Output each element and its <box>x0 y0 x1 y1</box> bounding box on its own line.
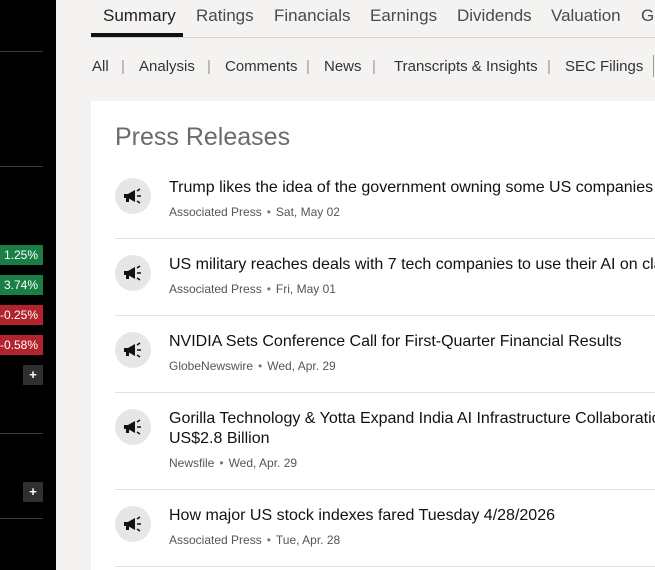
megaphone-icon <box>115 255 151 291</box>
press-release-meta: Newsfile • Wed, Apr. 29 <box>169 456 297 470</box>
press-release-item[interactable]: NVIDIA Sets Conference Call for First-Qu… <box>115 316 655 393</box>
press-release-title[interactable]: How major US stock indexes fared Tuesday… <box>169 506 555 526</box>
sidebar-divider <box>0 51 43 52</box>
active-tab-indicator <box>91 33 183 37</box>
nav-divider <box>653 55 654 77</box>
press-release-title[interactable]: NVIDIA Sets Conference Call for First-Qu… <box>169 332 622 352</box>
press-release-source: Associated Press <box>169 282 262 296</box>
press-release-date: Wed, Apr. 29 <box>267 359 336 373</box>
press-release-item[interactable]: Gorilla Technology & Yotta Expand India … <box>115 393 655 490</box>
megaphone-icon <box>115 332 151 368</box>
nav-separator: | <box>372 58 376 75</box>
meta-dot: • <box>266 205 271 219</box>
add-button[interactable]: + <box>23 482 43 502</box>
press-release-meta: Associated Press • Fri, May 01 <box>169 282 336 296</box>
news-filter-nav: All | Analysis | Comments | News | Trans… <box>91 55 655 77</box>
nav-separator: | <box>547 58 551 75</box>
filter-transcripts-insights[interactable]: Transcripts & Insights <box>394 58 538 75</box>
press-release-item[interactable]: How major US stock indexes fared Tuesday… <box>115 490 655 567</box>
press-release-meta: GlobeNewswire • Wed, Apr. 29 <box>169 359 336 373</box>
press-release-title[interactable]: US military reaches deals with 7 tech co… <box>169 255 655 275</box>
press-release-date: Wed, Apr. 29 <box>228 456 298 470</box>
tab-ratings[interactable]: Ratings <box>196 6 254 26</box>
press-release-date: Fri, May 01 <box>275 282 336 296</box>
sidebar-divider <box>0 166 43 167</box>
add-button[interactable]: + <box>23 365 43 385</box>
press-release-title-line: Gorilla Technology & Yotta Expand India … <box>169 410 655 427</box>
nav-separator: | <box>121 58 125 75</box>
filter-sec-filings[interactable]: SEC Filings <box>565 58 643 75</box>
price-change-badge[interactable]: -0.25% <box>0 305 43 325</box>
press-release-item[interactable]: Trump likes the idea of the government o… <box>115 168 655 239</box>
price-change-badge[interactable]: 3.74% <box>0 275 43 295</box>
megaphone-icon <box>115 409 151 445</box>
press-release-meta: Associated Press • Sat, May 02 <box>169 205 340 219</box>
press-release-title[interactable]: Trump likes the idea of the government o… <box>169 178 653 198</box>
tab-summary[interactable]: Summary <box>103 6 176 26</box>
nav-separator: | <box>306 58 310 75</box>
tab-earnings[interactable]: Earnings <box>370 6 437 26</box>
tab-financials[interactable]: Financials <box>274 6 351 26</box>
section-title: Press Releases <box>115 123 291 151</box>
filter-analysis[interactable]: Analysis <box>139 58 195 75</box>
sidebar-divider <box>0 433 43 434</box>
main-tabs: Summary Ratings Financials Earnings Divi… <box>91 0 655 38</box>
nav-separator: | <box>207 58 211 75</box>
press-release-source: Newsfile <box>169 456 215 470</box>
megaphone-icon <box>115 178 151 214</box>
meta-dot: • <box>266 282 271 296</box>
press-release-date: Tue, Apr. 28 <box>275 533 341 547</box>
tab-dividends[interactable]: Dividends <box>457 6 532 26</box>
filter-all[interactable]: All <box>92 58 109 75</box>
tab-growth[interactable]: Gr <box>641 6 655 26</box>
press-release-title-line: US$2.8 Billion <box>169 430 270 447</box>
press-release-title[interactable]: Gorilla Technology & Yotta Expand India … <box>169 409 655 449</box>
tab-valuation[interactable]: Valuation <box>551 6 621 26</box>
meta-dot: • <box>258 359 263 373</box>
meta-dot: • <box>219 456 224 470</box>
meta-dot: • <box>266 533 271 547</box>
press-release-item[interactable]: US military reaches deals with 7 tech co… <box>115 239 655 316</box>
filter-comments[interactable]: Comments <box>225 58 298 75</box>
price-change-badge[interactable]: 1.25% <box>0 245 43 265</box>
press-release-source: GlobeNewswire <box>169 359 254 373</box>
left-sidebar: 1.25% 3.74% -0.25% -0.58% + + <box>0 0 56 570</box>
megaphone-icon <box>115 506 151 542</box>
price-change-badge[interactable]: -0.58% <box>0 335 43 355</box>
press-release-source: Associated Press <box>169 533 262 547</box>
press-release-date: Sat, May 02 <box>275 205 340 219</box>
press-release-meta: Associated Press • Tue, Apr. 28 <box>169 533 340 547</box>
filter-news[interactable]: News <box>324 58 362 75</box>
press-release-source: Associated Press <box>169 205 262 219</box>
press-releases-card: Press Releases Trump likes the idea of t… <box>91 101 655 570</box>
sidebar-divider <box>0 518 43 519</box>
